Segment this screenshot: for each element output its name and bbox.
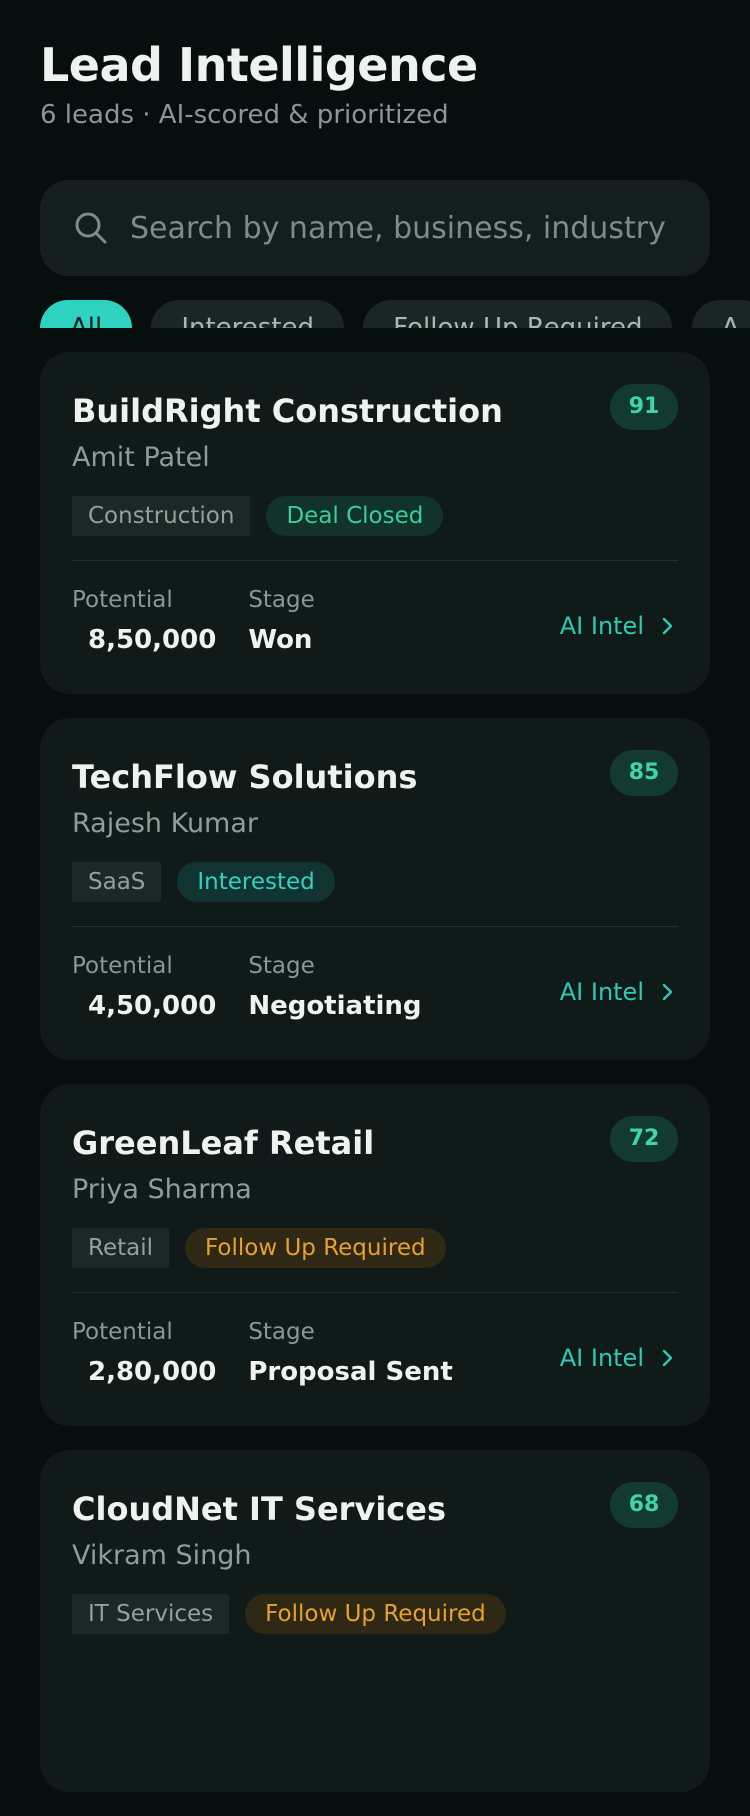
lead-card[interactable]: TechFlow Solutions 85 Rajesh Kumar SaaS … bbox=[40, 718, 710, 1060]
potential-label: Potential bbox=[72, 1319, 173, 1345]
industry-tag: SaaS bbox=[72, 862, 162, 902]
page-subtitle: 6 leads · AI-scored & prioritized bbox=[40, 100, 449, 130]
industry-tag: IT Services bbox=[72, 1594, 230, 1634]
chevron-right-icon bbox=[662, 1349, 673, 1367]
ai-intel-link[interactable]: AI Intel bbox=[560, 1338, 678, 1378]
stage-label: Stage bbox=[248, 587, 315, 613]
lead-score-badge: 91 bbox=[610, 384, 678, 430]
industry-tag: Construction bbox=[72, 496, 251, 536]
lead-contact-name: Rajesh Kumar bbox=[72, 808, 259, 839]
stage-value: Won bbox=[248, 625, 313, 655]
chevron-right-icon bbox=[662, 983, 673, 1001]
lead-company-name: CloudNet IT Services bbox=[72, 1490, 446, 1528]
lead-score-badge: 85 bbox=[610, 750, 678, 796]
filter-chip-all[interactable]: All bbox=[40, 300, 133, 328]
lead-company-name: BuildRight Construction bbox=[72, 392, 503, 430]
industry-tag: Retail bbox=[72, 1228, 169, 1268]
lead-company-name: TechFlow Solutions bbox=[72, 758, 418, 796]
status-badge: Follow Up Required bbox=[185, 1228, 446, 1268]
potential-label: Potential bbox=[72, 953, 173, 979]
search-bar[interactable] bbox=[40, 180, 710, 276]
lead-contact-name: Priya Sharma bbox=[72, 1174, 252, 1205]
lead-company-name: GreenLeaf Retail bbox=[72, 1124, 375, 1162]
lead-card[interactable]: BuildRight Construction 91 Amit Patel Co… bbox=[40, 352, 710, 694]
filter-chips: All Interested Follow Up Required A bbox=[40, 300, 750, 328]
filter-chip-follow-up-required[interactable]: Follow Up Required bbox=[363, 300, 673, 328]
lead-list: BuildRight Construction 91 Amit Patel Co… bbox=[40, 352, 710, 1816]
card-divider bbox=[72, 560, 678, 561]
potential-value: 8,50,000 bbox=[88, 625, 217, 655]
stage-value: Proposal Sent bbox=[248, 1357, 453, 1387]
stage-label: Stage bbox=[248, 1319, 315, 1345]
page-title: Lead Intelligence bbox=[40, 38, 478, 92]
stage-label: Stage bbox=[248, 953, 315, 979]
status-badge: Interested bbox=[177, 862, 335, 902]
page-header: Lead Intelligence 6 leads · AI-scored & … bbox=[40, 36, 478, 132]
chevron-right-icon bbox=[662, 617, 673, 635]
lead-contact-name: Amit Patel bbox=[72, 442, 210, 473]
ai-intel-link[interactable]: AI Intel bbox=[560, 972, 678, 1012]
lead-contact-name: Vikram Singh bbox=[72, 1540, 252, 1571]
filter-chip-more[interactable]: A bbox=[691, 300, 750, 328]
lead-card[interactable]: GreenLeaf Retail 72 Priya Sharma Retail … bbox=[40, 1084, 710, 1426]
potential-value: 2,80,000 bbox=[88, 1357, 217, 1387]
potential-value: 4,50,000 bbox=[88, 991, 217, 1021]
stage-value: Negotiating bbox=[248, 991, 422, 1021]
card-divider bbox=[72, 926, 678, 927]
search-icon bbox=[75, 212, 107, 244]
ai-intel-label: AI Intel bbox=[559, 1344, 644, 1372]
ai-intel-label: AI Intel bbox=[559, 978, 644, 1006]
ai-intel-label: AI Intel bbox=[559, 612, 644, 640]
card-divider bbox=[72, 1292, 678, 1293]
ai-intel-link[interactable]: AI Intel bbox=[560, 606, 678, 646]
filter-chip-interested[interactable]: Interested bbox=[151, 300, 345, 328]
potential-label: Potential bbox=[72, 587, 173, 613]
status-badge: Deal Closed bbox=[266, 496, 444, 536]
lead-score-badge: 68 bbox=[610, 1482, 678, 1528]
lead-card[interactable]: CloudNet IT Services 68 Vikram Singh IT … bbox=[40, 1450, 710, 1792]
status-badge: Follow Up Required bbox=[245, 1594, 506, 1634]
search-input[interactable] bbox=[130, 198, 710, 258]
lead-score-badge: 72 bbox=[610, 1116, 678, 1162]
